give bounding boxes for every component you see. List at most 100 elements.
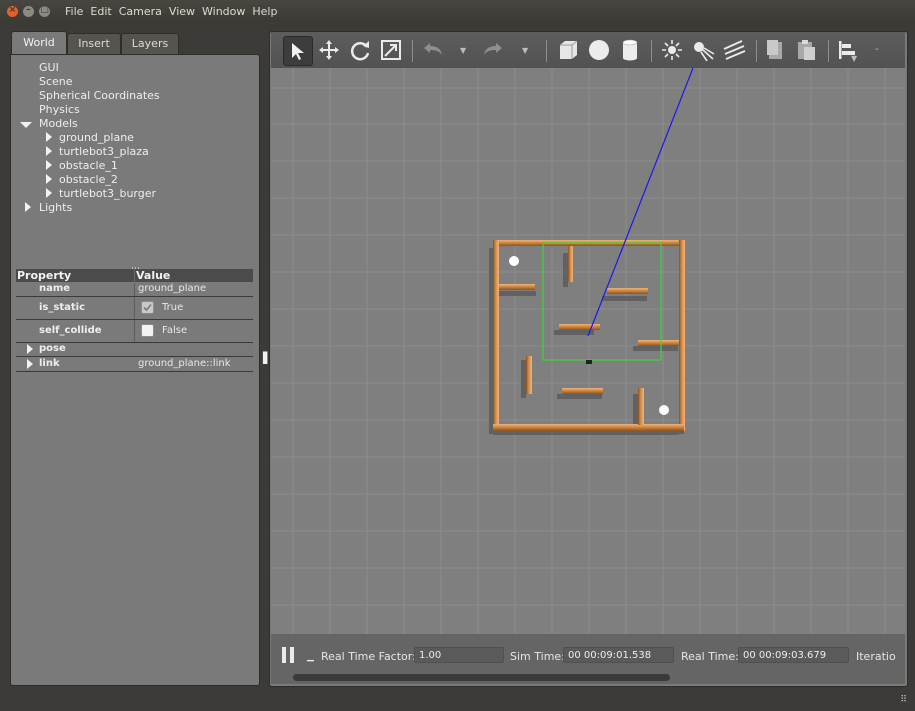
undo-button[interactable] [419, 36, 447, 64]
menu-view[interactable]: View [169, 5, 195, 18]
collapsed-arrow-icon[interactable] [27, 344, 33, 355]
real-time-field: 00 00:09:03.679 [738, 647, 849, 663]
select-arrow-icon [292, 43, 304, 60]
paste-button[interactable] [792, 36, 820, 64]
property-row-self-collide[interactable]: self_collide False [16, 320, 253, 343]
turtlebot3-burger[interactable] [586, 360, 592, 364]
window-maximize-button[interactable]: □ [39, 5, 50, 17]
window-resize-grip[interactable]: ⠿ [900, 695, 907, 705]
box-shape-button[interactable] [554, 36, 582, 64]
tab-world[interactable]: World [11, 31, 67, 54]
laser-ray [587, 68, 694, 337]
select-mode-button[interactable] [283, 36, 313, 66]
cylinder-shape-button[interactable] [616, 36, 644, 64]
tree-item-ground-plane[interactable]: ground_plane [59, 131, 134, 144]
copy-button[interactable] [761, 36, 789, 64]
real-time-factor-label: Real Time Factor: [321, 650, 416, 663]
value-column-header: Value [136, 269, 171, 282]
panel-tabs: World Insert Layers [10, 31, 260, 55]
tree-item-obstacle-1[interactable]: obstacle_1 [59, 159, 118, 172]
copy-icon [767, 40, 782, 59]
rotate-mode-button[interactable] [346, 36, 374, 64]
rotate-icon [350, 41, 370, 61]
tree-item-scene[interactable]: Scene [39, 75, 73, 88]
tree-item-turtlebot3-plaza[interactable]: turtlebot3_plaza [59, 145, 149, 158]
property-key: self_collide [39, 325, 102, 336]
iterations-label: Iteratio [856, 650, 896, 663]
status-bar: ▁ Real Time Factor: 1.00 Sim Time: 00 00… [271, 634, 905, 684]
property-value: True [162, 302, 184, 313]
point-light-button[interactable] [658, 36, 686, 64]
property-key: link [39, 358, 60, 369]
point-light-icon [662, 40, 682, 60]
self-collide-checkbox[interactable] [141, 324, 154, 337]
tree-item-lights[interactable]: Lights [39, 201, 72, 214]
minimize-icon: – [26, 4, 31, 15]
menu-file[interactable]: File [65, 5, 83, 18]
translate-mode-button[interactable] [315, 36, 343, 64]
collapsed-arrow-icon[interactable] [46, 186, 52, 199]
window-minimize-button[interactable]: – [23, 4, 34, 17]
menu-help[interactable]: Help [252, 5, 277, 18]
property-row-name[interactable]: name ground_plane [16, 283, 253, 297]
tree-item-gui[interactable]: GUI [39, 61, 59, 74]
spot-light-icon [694, 42, 715, 61]
redo-dropdown-icon[interactable]: ▼ [522, 46, 528, 55]
step-button[interactable]: ▁ [307, 652, 314, 662]
directional-light-icon [723, 40, 746, 60]
property-value: ground_plane [138, 283, 207, 294]
tree-item-spherical-coordinates[interactable]: Spherical Coordinates [39, 89, 160, 102]
ground-grid [271, 68, 905, 634]
box-icon [560, 40, 578, 59]
align-button[interactable] [834, 36, 862, 64]
redo-button[interactable] [479, 36, 507, 64]
left-panel: World Insert Layers GUI Scene Spherical … [10, 31, 260, 686]
toolbar-overflow-icon[interactable]: ‐ [875, 44, 879, 55]
real-time-factor-field: 1.00 [414, 647, 504, 663]
menu-window[interactable]: Window [202, 5, 245, 18]
scale-mode-button[interactable] [377, 36, 405, 64]
property-row-is-static[interactable]: is_static True [16, 297, 253, 320]
tree-item-physics[interactable]: Physics [39, 103, 80, 116]
tree-item-turtlebot3-burger[interactable]: turtlebot3_burger [59, 187, 156, 200]
close-icon: × [8, 4, 17, 15]
real-time-label: Real Time: [681, 650, 739, 663]
collapsed-arrow-icon[interactable] [46, 158, 52, 171]
menu-edit[interactable]: Edit [90, 5, 111, 18]
translate-icon [319, 40, 339, 60]
property-table-header: Property Value [16, 269, 253, 282]
collapsed-arrow-icon[interactable] [46, 144, 52, 157]
pause-button[interactable] [281, 646, 295, 667]
expanded-arrow-icon[interactable] [20, 118, 32, 131]
cylinder-icon [622, 39, 638, 61]
menu-camera[interactable]: Camera [119, 5, 162, 18]
window-close-button[interactable]: × [7, 4, 18, 17]
undo-dropdown-icon[interactable]: ▼ [460, 46, 466, 55]
directional-light-button[interactable] [720, 36, 748, 64]
check-icon [143, 303, 152, 312]
tree-item-models[interactable]: Models [39, 117, 78, 130]
toolbar: ▼ ▼ ▼ ‐ [271, 32, 905, 68]
tree-item-obstacle-2[interactable]: obstacle_2 [59, 173, 118, 186]
horizontal-scrollbar[interactable] [293, 674, 670, 681]
world-panel: GUI Scene Spherical Coordinates Physics … [10, 54, 260, 686]
sphere-icon [589, 40, 609, 60]
collapsed-arrow-icon[interactable] [25, 200, 31, 213]
tab-layers[interactable]: Layers [121, 33, 179, 54]
property-value: ground_plane::link [138, 358, 231, 369]
3d-viewport[interactable] [271, 68, 905, 634]
align-dropdown-icon[interactable]: ▼ [851, 54, 857, 63]
collapsed-arrow-icon[interactable] [46, 172, 52, 185]
property-row-pose[interactable]: pose [16, 343, 253, 357]
property-value: False [162, 325, 188, 336]
tab-insert[interactable]: Insert [67, 33, 121, 54]
left-splitter-handle[interactable]: ▪ ▪ ▪ [262, 350, 268, 367]
property-row-link[interactable]: link ground_plane::link [16, 358, 253, 372]
is-static-checkbox[interactable] [141, 301, 154, 314]
property-key: pose [39, 343, 66, 354]
collapsed-arrow-icon[interactable] [46, 130, 52, 143]
menu-bar: × – □ File Edit Camera View Window Help [0, 0, 915, 22]
collapsed-arrow-icon[interactable] [27, 359, 33, 370]
sphere-shape-button[interactable] [585, 36, 613, 64]
spot-light-button[interactable] [689, 36, 717, 64]
